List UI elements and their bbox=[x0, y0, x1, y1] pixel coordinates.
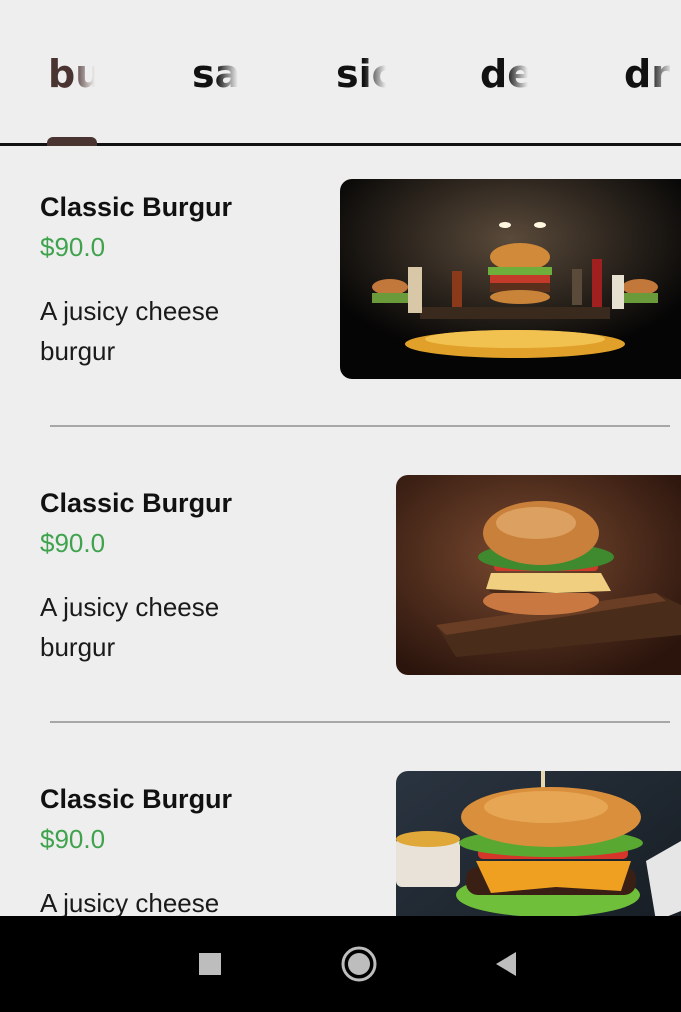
item-name: Classic Burgur bbox=[40, 192, 233, 222]
item-name: Classic Burgur bbox=[40, 784, 233, 814]
menu-item-list[interactable]: Classic Burgur $90.0 A jusicy cheese bur… bbox=[0, 146, 681, 916]
item-description: A jusicy cheese burgur bbox=[40, 592, 220, 662]
tab-drinks[interactable]: dri bbox=[624, 44, 672, 104]
tab-burgers[interactable]: bu bbox=[48, 44, 95, 104]
item-price: $90.0 bbox=[40, 528, 106, 558]
item-divider bbox=[50, 425, 670, 427]
tab-fade bbox=[216, 44, 238, 104]
menu-item[interactable]: Classic Burgur $90.0 A jusicy cheese bur… bbox=[0, 146, 681, 442]
burger-on-board-image[interactable] bbox=[396, 475, 681, 675]
menu-item[interactable]: Classic Burgur $90.0 A jusicy cheese bur… bbox=[0, 442, 681, 738]
burger-feast-image[interactable] bbox=[340, 179, 681, 379]
cheeseburger-image[interactable] bbox=[396, 771, 681, 916]
tab-fade bbox=[650, 44, 672, 104]
tab-sides[interactable]: sic bbox=[336, 44, 386, 104]
item-name: Classic Burgur bbox=[40, 488, 233, 518]
selected-tab-indicator bbox=[47, 137, 97, 146]
tab-desserts[interactable]: de bbox=[480, 44, 528, 104]
system-navigation-bar bbox=[0, 916, 681, 1012]
item-price: $90.0 bbox=[40, 824, 106, 854]
app-screen: bu sa sic de dri Classic Burgur $90.0 A … bbox=[0, 0, 681, 1012]
back-triangle-icon[interactable] bbox=[486, 944, 526, 984]
item-description: A jusicy cheese burgur bbox=[40, 888, 220, 916]
recents-square-icon[interactable] bbox=[190, 944, 230, 984]
tab-fade bbox=[73, 44, 95, 104]
tab-fade bbox=[364, 44, 386, 104]
menu-item[interactable]: Classic Burgur $90.0 A jusicy cheese bur… bbox=[0, 738, 681, 916]
category-tab-bar: bu sa sic de dri bbox=[0, 0, 681, 146]
item-price: $90.0 bbox=[40, 232, 106, 262]
item-divider bbox=[50, 721, 670, 723]
home-circle-icon[interactable] bbox=[339, 944, 379, 984]
tab-salads[interactable]: sa bbox=[192, 44, 238, 104]
tab-fade bbox=[506, 44, 528, 104]
item-description: A jusicy cheese burgur bbox=[40, 296, 220, 366]
